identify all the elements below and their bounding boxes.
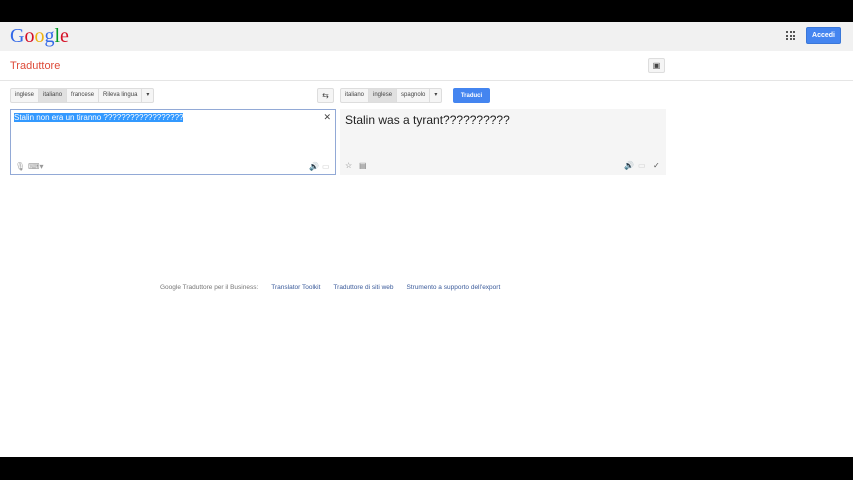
footer-link-export[interactable]: Strumento a supporto dell'export: [407, 284, 501, 291]
source-lang-detect[interactable]: Rileva lingua: [99, 89, 143, 102]
target-lang-italiano[interactable]: italiano: [341, 89, 370, 102]
feedback-icon[interactable]: ▭: [638, 161, 646, 170]
source-lang-dropdown[interactable]: ▾: [142, 89, 153, 102]
translate-button[interactable]: Traduci: [453, 88, 490, 103]
feedback-icon[interactable]: ▭: [322, 162, 330, 171]
top-bar: Google Accedi: [0, 22, 853, 51]
source-lang-inglese[interactable]: inglese: [11, 89, 40, 102]
check-icon[interactable]: ✓: [653, 161, 660, 170]
page-title: Traduttore: [10, 60, 61, 72]
footer-link-translator-toolkit[interactable]: Translator Toolkit: [271, 284, 320, 291]
source-lang-francese[interactable]: francese: [67, 89, 100, 102]
speaker-icon[interactable]: 🔊: [309, 162, 319, 171]
target-lang-inglese[interactable]: inglese: [369, 89, 398, 102]
page: Google Accedi Traduttore ▣ inglese itali…: [0, 22, 853, 457]
translation-output: Stalin was a tyrant?????????? ☆ ▤ 🔊 ▭ ✓: [340, 109, 666, 175]
microphone-icon[interactable]: 🎙: [15, 162, 25, 171]
keyboard-icon[interactable]: ⌨▾: [28, 162, 44, 171]
source-language-bar: inglese italiano francese Rileva lingua …: [10, 88, 155, 103]
star-icon[interactable]: ☆: [345, 161, 352, 170]
footer-label: Google Traduttore per il Business:: [160, 284, 259, 291]
phrasebook-icon[interactable]: ▣: [648, 58, 665, 73]
swap-languages-button[interactable]: ⇆: [317, 88, 334, 103]
source-textarea[interactable]: Stalin non era un tiranno ??????????????…: [10, 109, 336, 175]
target-language-bar: italiano inglese spagnolo ▾: [340, 88, 443, 103]
footer-link-website-translator[interactable]: Traduttore di siti web: [333, 284, 393, 291]
source-text[interactable]: Stalin non era un tiranno ??????????????…: [14, 113, 184, 122]
apps-grid-icon[interactable]: [786, 31, 795, 40]
app-bar: Traduttore ▣: [0, 51, 853, 81]
google-logo[interactable]: Google: [10, 25, 69, 48]
target-lang-spagnolo[interactable]: spagnolo: [397, 89, 431, 102]
clear-icon[interactable]: ✕: [323, 112, 331, 123]
list-icon[interactable]: ▤: [359, 161, 367, 170]
signin-button[interactable]: Accedi: [806, 27, 841, 44]
source-lang-italiano[interactable]: italiano: [39, 89, 68, 102]
target-lang-dropdown[interactable]: ▾: [430, 89, 441, 102]
translation-text: Stalin was a tyrant??????????: [345, 113, 510, 127]
footer: Google Traduttore per il Business: Trans…: [160, 284, 500, 291]
speaker-icon[interactable]: 🔊: [624, 161, 634, 170]
